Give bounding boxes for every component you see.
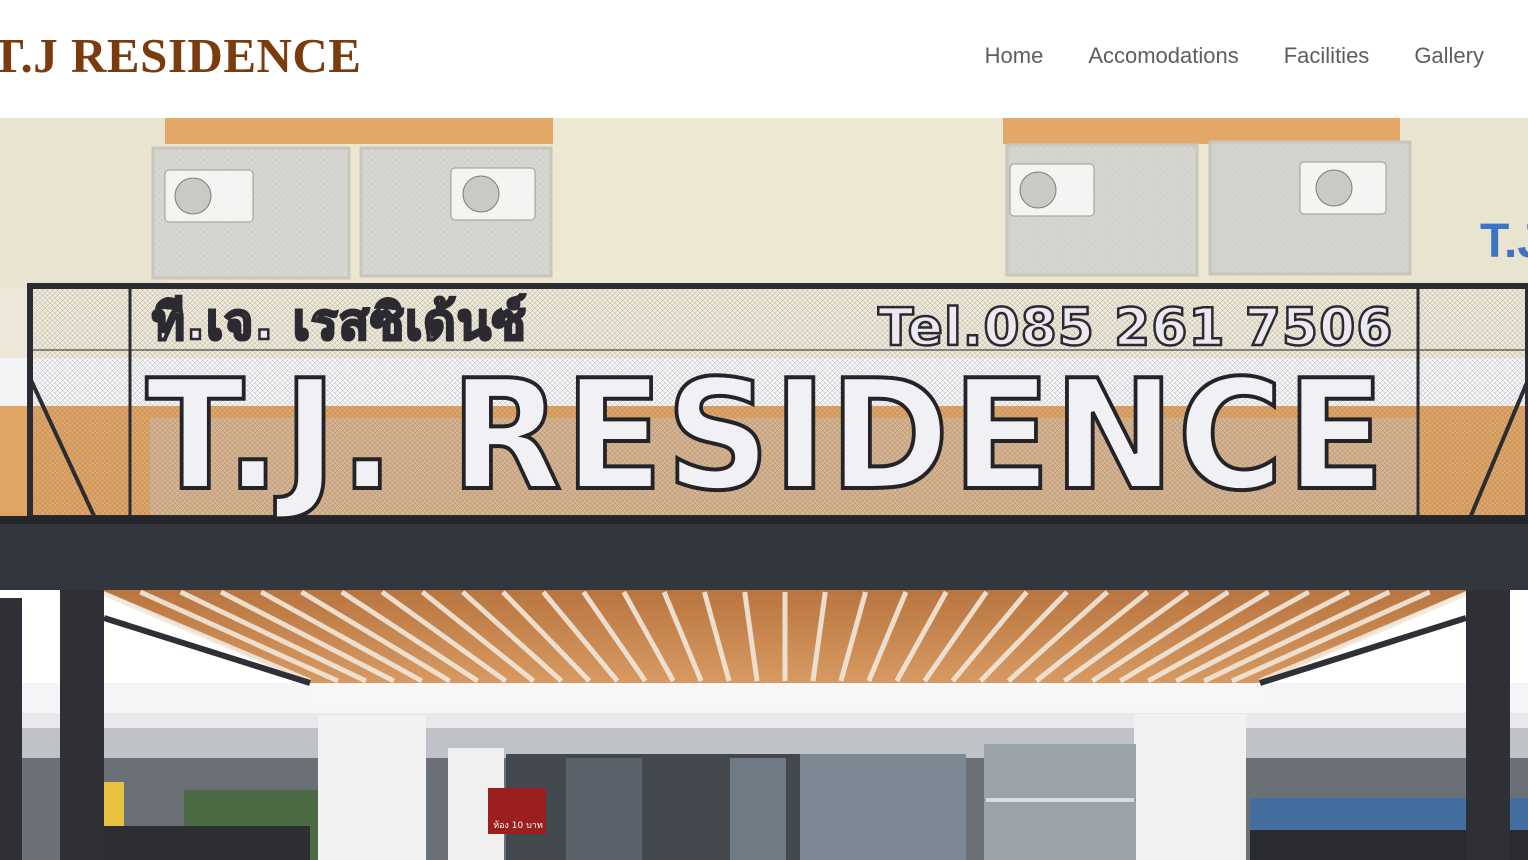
- nav-home[interactable]: Home: [985, 43, 1044, 69]
- sign-thai-name: ที.เจ. เรสซิเด้นซ์: [151, 292, 527, 353]
- site-header: T.J RESIDENCE Home Accomodations Facilit…: [0, 0, 1528, 118]
- main-nav: Home Accomodations Facilities Gallery: [940, 0, 1528, 112]
- nav-accomodations[interactable]: Accomodations: [1088, 43, 1238, 69]
- door-sign: ห้อง 10 บาท: [493, 821, 543, 831]
- nav-facilities[interactable]: Facilities: [1284, 43, 1370, 69]
- side-wall-letters: T.J: [1480, 215, 1528, 268]
- sign-main-name: T.J. RESIDENCE: [144, 347, 1388, 524]
- hero-photo: ที.เจ. เรสซิเด้นซ์ Tel.085 261 7506 T.J.…: [0, 118, 1528, 860]
- site-logo[interactable]: T.J RESIDENCE: [0, 28, 361, 84]
- nav-gallery[interactable]: Gallery: [1414, 43, 1484, 69]
